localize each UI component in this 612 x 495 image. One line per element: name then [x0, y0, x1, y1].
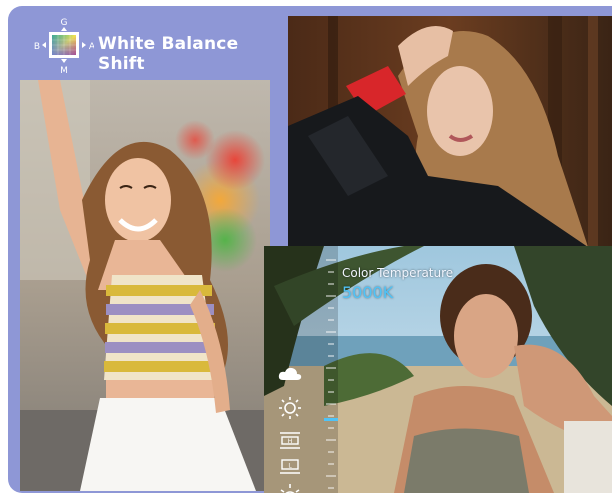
photo-woman-leather-jacket — [288, 16, 612, 247]
axis-a-label: A — [89, 42, 94, 52]
photo-woman-beach-camera-view — [264, 246, 612, 493]
white-balance-shift-icon: G M B A — [34, 18, 94, 74]
product-banner: G M B A White Balance Shift Color Temper… — [8, 6, 612, 493]
axis-g-label: G — [61, 18, 68, 28]
banner-header: G M B A White Balance Shift — [8, 6, 288, 80]
photo-woman-crochet-top — [20, 80, 270, 491]
axis-b-label: B — [34, 42, 40, 52]
axis-m-label: M — [60, 66, 68, 74]
banner-title: White Balance Shift — [98, 34, 239, 74]
